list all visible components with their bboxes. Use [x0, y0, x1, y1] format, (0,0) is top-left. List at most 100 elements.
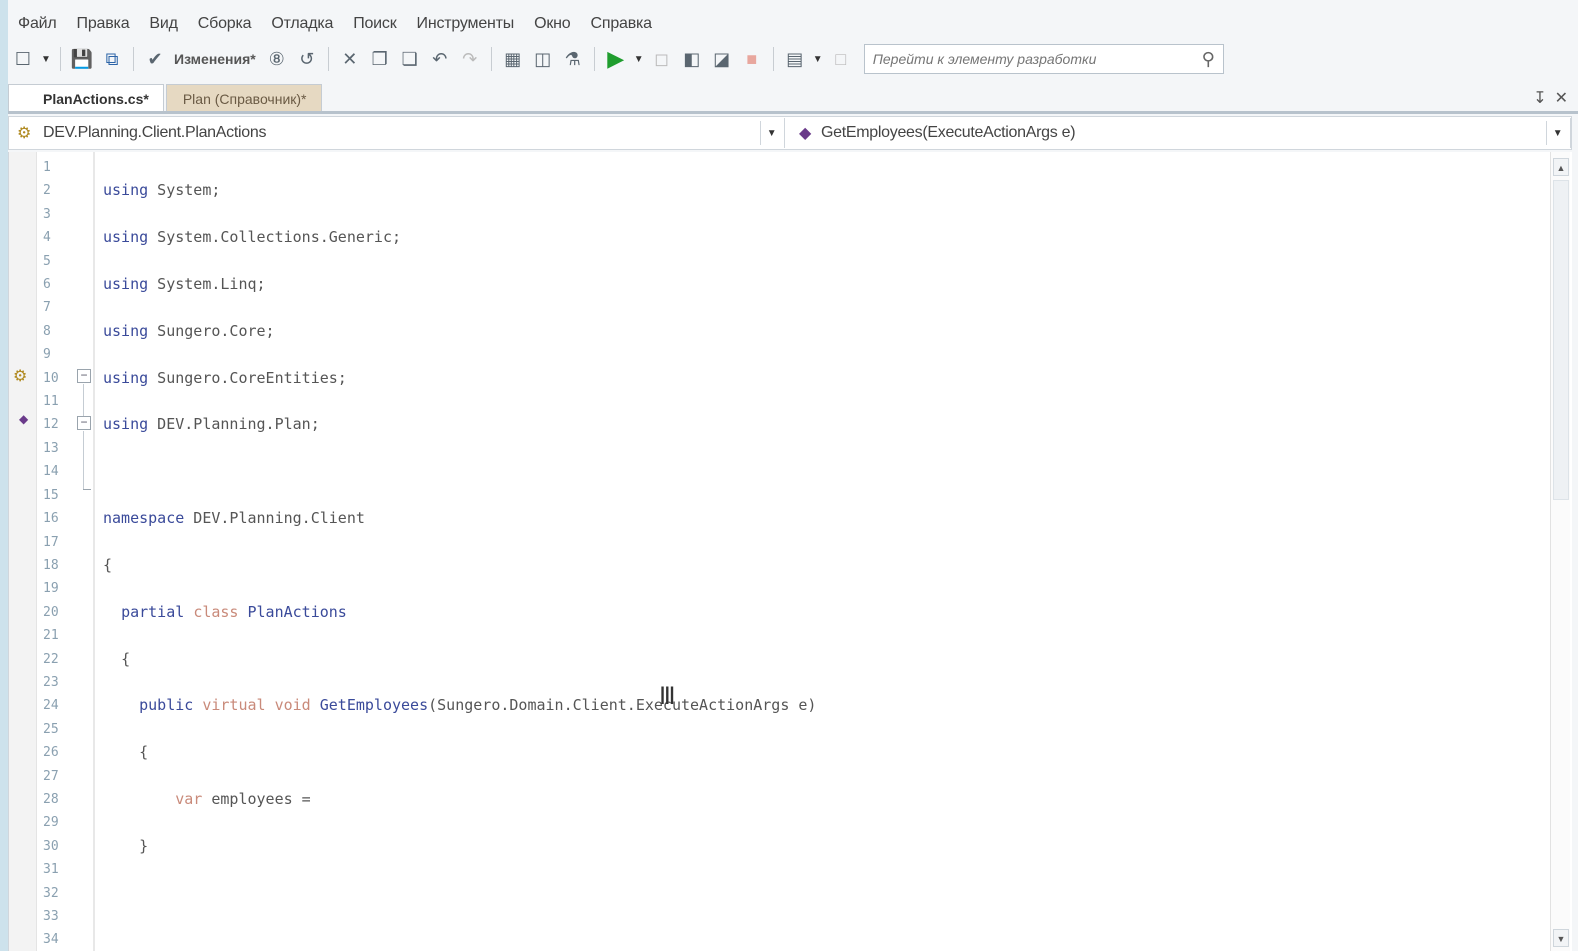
line-number: 3 [43, 206, 51, 222]
scroll-thumb[interactable] [1553, 180, 1569, 500]
class-marker-icon: ⚙ [13, 368, 28, 385]
tab-planactions-cs[interactable]: PlanActions.cs* [8, 84, 164, 112]
publish-icon[interactable]: ◫ [530, 46, 556, 72]
member-selector-value: GetEmployees(ExecuteActionArgs e) [821, 124, 1076, 141]
step-over-icon[interactable]: ◧ [679, 46, 705, 72]
comment-dropdown-icon[interactable]: ▼ [812, 46, 824, 72]
line-number: 18 [43, 557, 59, 573]
code-line: using System; [103, 181, 221, 200]
chevron-down-icon[interactable]: ▼ [1546, 121, 1568, 145]
type-selector[interactable]: ⚙ DEV.Planning.Client.PlanActions ▼ [9, 118, 785, 148]
code-line: using System.Linq; [103, 275, 266, 294]
chevron-down-icon[interactable]: ▼ [760, 121, 782, 145]
paste-icon[interactable]: ❏ [397, 46, 423, 72]
line-number: 11 [43, 394, 59, 410]
deploy-icon[interactable]: ⚗ [560, 46, 586, 72]
code-editor[interactable]: ⚙ ◆ 1 2 3 4 5 6 7 8 9 10 11 12 13 14 15 16 17 18 19 20 21 22 2… [8, 152, 1572, 951]
folding-margin: − − [73, 152, 95, 951]
line-number: 33 [43, 909, 59, 924]
type-selector-value: DEV.Planning.Client.PlanActions [43, 124, 267, 141]
line-number: 22 [43, 651, 59, 667]
go-to-element-input[interactable] [872, 51, 1202, 67]
cut-icon[interactable]: ✕ [337, 46, 363, 72]
line-number: 16 [43, 511, 59, 527]
menu-tools[interactable]: Инструменты [407, 15, 525, 33]
line-number: 12 [43, 417, 59, 433]
code-line: partial class PlanActions [121, 602, 347, 621]
collapse-class-icon[interactable]: − [77, 369, 91, 383]
scroll-down-icon[interactable]: ▼ [1553, 929, 1569, 947]
code-text[interactable]: using System; using System.Collections.G… [103, 156, 1532, 905]
changes-button[interactable]: Изменения* [174, 51, 256, 67]
collapse-method-icon[interactable]: − [77, 416, 91, 430]
line-number: 7 [43, 300, 51, 316]
window-border [0, 0, 8, 951]
code-navigation-bar: ⚙ DEV.Planning.Client.PlanActions ▼ ◆ Ge… [8, 116, 1572, 150]
document-tabs: PlanActions.cs* Plan (Справочник)* ↧ ✕ [8, 82, 1578, 112]
line-number: 25 [43, 721, 59, 737]
fold-end-marker [83, 489, 91, 490]
menu-file[interactable]: Файл [8, 15, 67, 33]
redo-icon[interactable]: ↷ [457, 46, 483, 72]
menu-edit[interactable]: Правка [67, 15, 140, 33]
code-line: using System.Collections.Generic; [103, 228, 402, 247]
line-number: 17 [43, 534, 59, 550]
member-selector[interactable]: ◆ GetEmployees(ExecuteActionArgs e) ▼ [785, 118, 1571, 148]
menu-build[interactable]: Сборка [188, 15, 262, 33]
save-all-icon[interactable]: ⧉ [99, 46, 125, 72]
line-number: 8 [43, 323, 51, 339]
line-number: 30 [43, 838, 59, 854]
check-circle-icon[interactable]: ✔ [142, 46, 168, 72]
build-icon[interactable]: ▦ [500, 46, 526, 72]
line-number: 6 [43, 277, 51, 293]
line-number: 34 [43, 932, 59, 948]
toolbar-separator [490, 47, 492, 71]
line-number: 27 [43, 768, 59, 784]
toolbar-separator [133, 47, 134, 71]
go-to-element-search[interactable]: ⚲ [863, 44, 1224, 74]
class-icon: ⚙ [17, 125, 32, 142]
new-file-icon[interactable]: ☐ [10, 46, 36, 72]
menu-search[interactable]: Поиск [343, 15, 406, 33]
tab-plan-directory[interactable]: Plan (Справочник)* [165, 84, 322, 112]
stop-icon[interactable]: ■ [739, 46, 765, 72]
run-dropdown-icon[interactable]: ▼ [633, 46, 645, 72]
copy-icon[interactable]: ❐ [367, 46, 393, 72]
new-file-dropdown-icon[interactable]: ▼ [40, 46, 52, 72]
menu-bar: Файл Правка Вид Сборка Отладка Поиск Инс… [8, 10, 1578, 38]
menu-debug[interactable]: Отладка [261, 15, 343, 33]
menu-view[interactable]: Вид [139, 15, 187, 33]
code-line: using Sungero.Core; [103, 321, 275, 340]
pin-icon[interactable]: ↧ [1533, 88, 1546, 108]
scroll-up-icon[interactable]: ▲ [1553, 158, 1569, 176]
toolbar-separator [60, 47, 61, 71]
line-number: 2 [43, 183, 51, 199]
fold-guide [83, 384, 84, 417]
revert-icon[interactable]: ↺ [294, 46, 320, 72]
line-number: 32 [43, 885, 59, 901]
code-line: using Sungero.CoreEntities; [103, 368, 347, 387]
line-number: 15 [43, 487, 59, 503]
code-line: { [139, 743, 149, 762]
save-icon[interactable]: 💾 [69, 46, 95, 72]
indicator-margin[interactable]: ⚙ ◆ [9, 152, 37, 951]
toolbar: ☐ ▼ 💾 ⧉ ✔ Изменения* ⑧ ↺ ✕ ❐ ❏ ↶ ↷ ▦ ◫ ⚗… [10, 42, 1320, 76]
vertical-scrollbar[interactable]: ▲ ▼ [1550, 152, 1570, 951]
code-line: } [139, 836, 149, 855]
fold-guide [83, 431, 84, 489]
toolbar-separator [772, 47, 774, 71]
undo-icon[interactable]: ↶ [427, 46, 453, 72]
menu-window[interactable]: Окно [524, 15, 580, 33]
play-icon[interactable]: ▶ [603, 46, 629, 72]
search-icon[interactable]: ⚲ [1202, 49, 1215, 70]
history-icon[interactable]: ⑧ [264, 46, 290, 72]
close-icon[interactable]: ✕ [1555, 88, 1568, 108]
line-number: 14 [43, 464, 59, 480]
ide-window: Файл Правка Вид Сборка Отладка Поиск Инс… [0, 0, 1578, 951]
document-icon[interactable]: □ [828, 46, 854, 72]
comment-icon[interactable]: ▤ [782, 46, 808, 72]
menu-help[interactable]: Справка [581, 15, 662, 33]
step-into-icon[interactable]: ◻ [649, 46, 675, 72]
step-out-icon[interactable]: ◪ [709, 46, 735, 72]
method-icon: ◆ [799, 125, 812, 142]
